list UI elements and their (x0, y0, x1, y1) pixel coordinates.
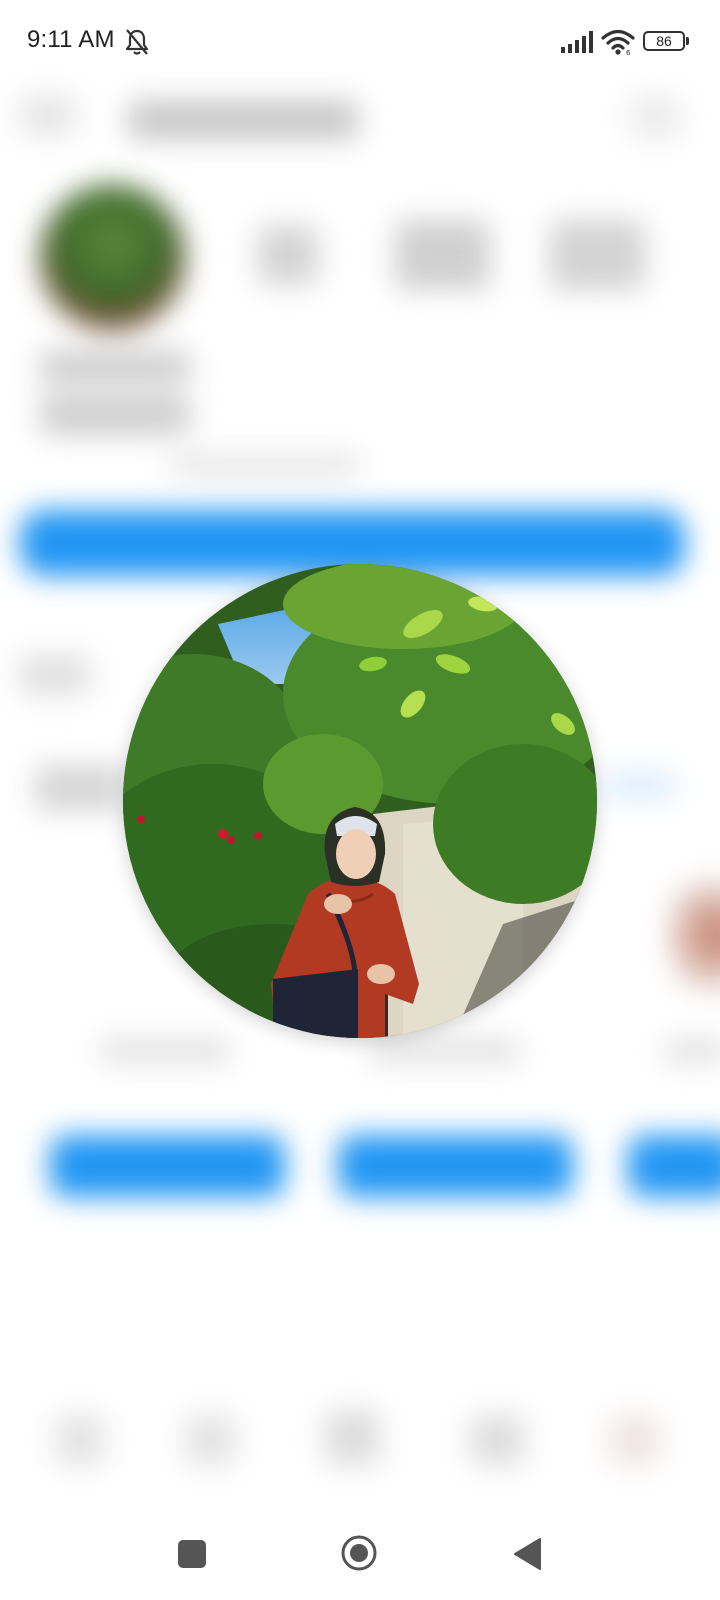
bg-tab-profile (610, 1415, 660, 1465)
bg-suggested-name-1 (100, 1040, 230, 1062)
bg-row-left-1 (20, 655, 90, 695)
bg-bio-line-2 (40, 395, 190, 435)
bg-stat-following (550, 220, 645, 290)
bg-stat-followers (395, 220, 490, 290)
bg-back-button (20, 95, 76, 135)
profile-picture-enlarged[interactable] (123, 564, 597, 1038)
back-icon[interactable] (512, 1537, 542, 1571)
svg-text:6: 6 (626, 49, 631, 56)
home-icon[interactable] (340, 1534, 378, 1572)
bg-bio-line-1 (40, 350, 190, 384)
battery-icon: 86 (643, 31, 689, 53)
bg-stat-posts (258, 225, 318, 285)
bg-bio-line-3 (170, 455, 360, 475)
bg-row-right (605, 770, 675, 800)
status-time: 9:11 AM (27, 26, 115, 53)
status-bar: 9:11 AM 6 86 (0, 0, 720, 86)
bg-tab-reels (470, 1415, 525, 1465)
bg-username (128, 100, 358, 140)
bg-avatar (40, 185, 185, 330)
do-not-disturb-icon (125, 29, 149, 55)
bg-tab-search (185, 1415, 235, 1465)
bg-tab-home (55, 1415, 105, 1465)
bg-suggested-follow-3 (628, 1135, 720, 1197)
signal-icon (561, 31, 593, 53)
battery-level: 86 (656, 33, 672, 49)
profile-picture-viewer-screen: 9:11 AM 6 86 (0, 0, 720, 1600)
bg-suggested-name-2 (370, 1040, 520, 1062)
system-navigation-bar (0, 1512, 720, 1600)
bg-suggested-follow-2 (338, 1135, 573, 1197)
profile-photo (123, 564, 597, 1038)
battery-nub (686, 37, 689, 45)
bg-row-left-2 (35, 765, 125, 811)
bg-menu-button (630, 95, 680, 139)
bg-suggested-name-3 (665, 1040, 720, 1062)
bg-suggested-avatar-right (670, 880, 720, 990)
bg-tab-create (325, 1410, 380, 1465)
bg-suggested-follow-1 (50, 1135, 285, 1197)
wifi-icon: 6 (601, 29, 635, 56)
recents-icon[interactable] (178, 1540, 206, 1568)
